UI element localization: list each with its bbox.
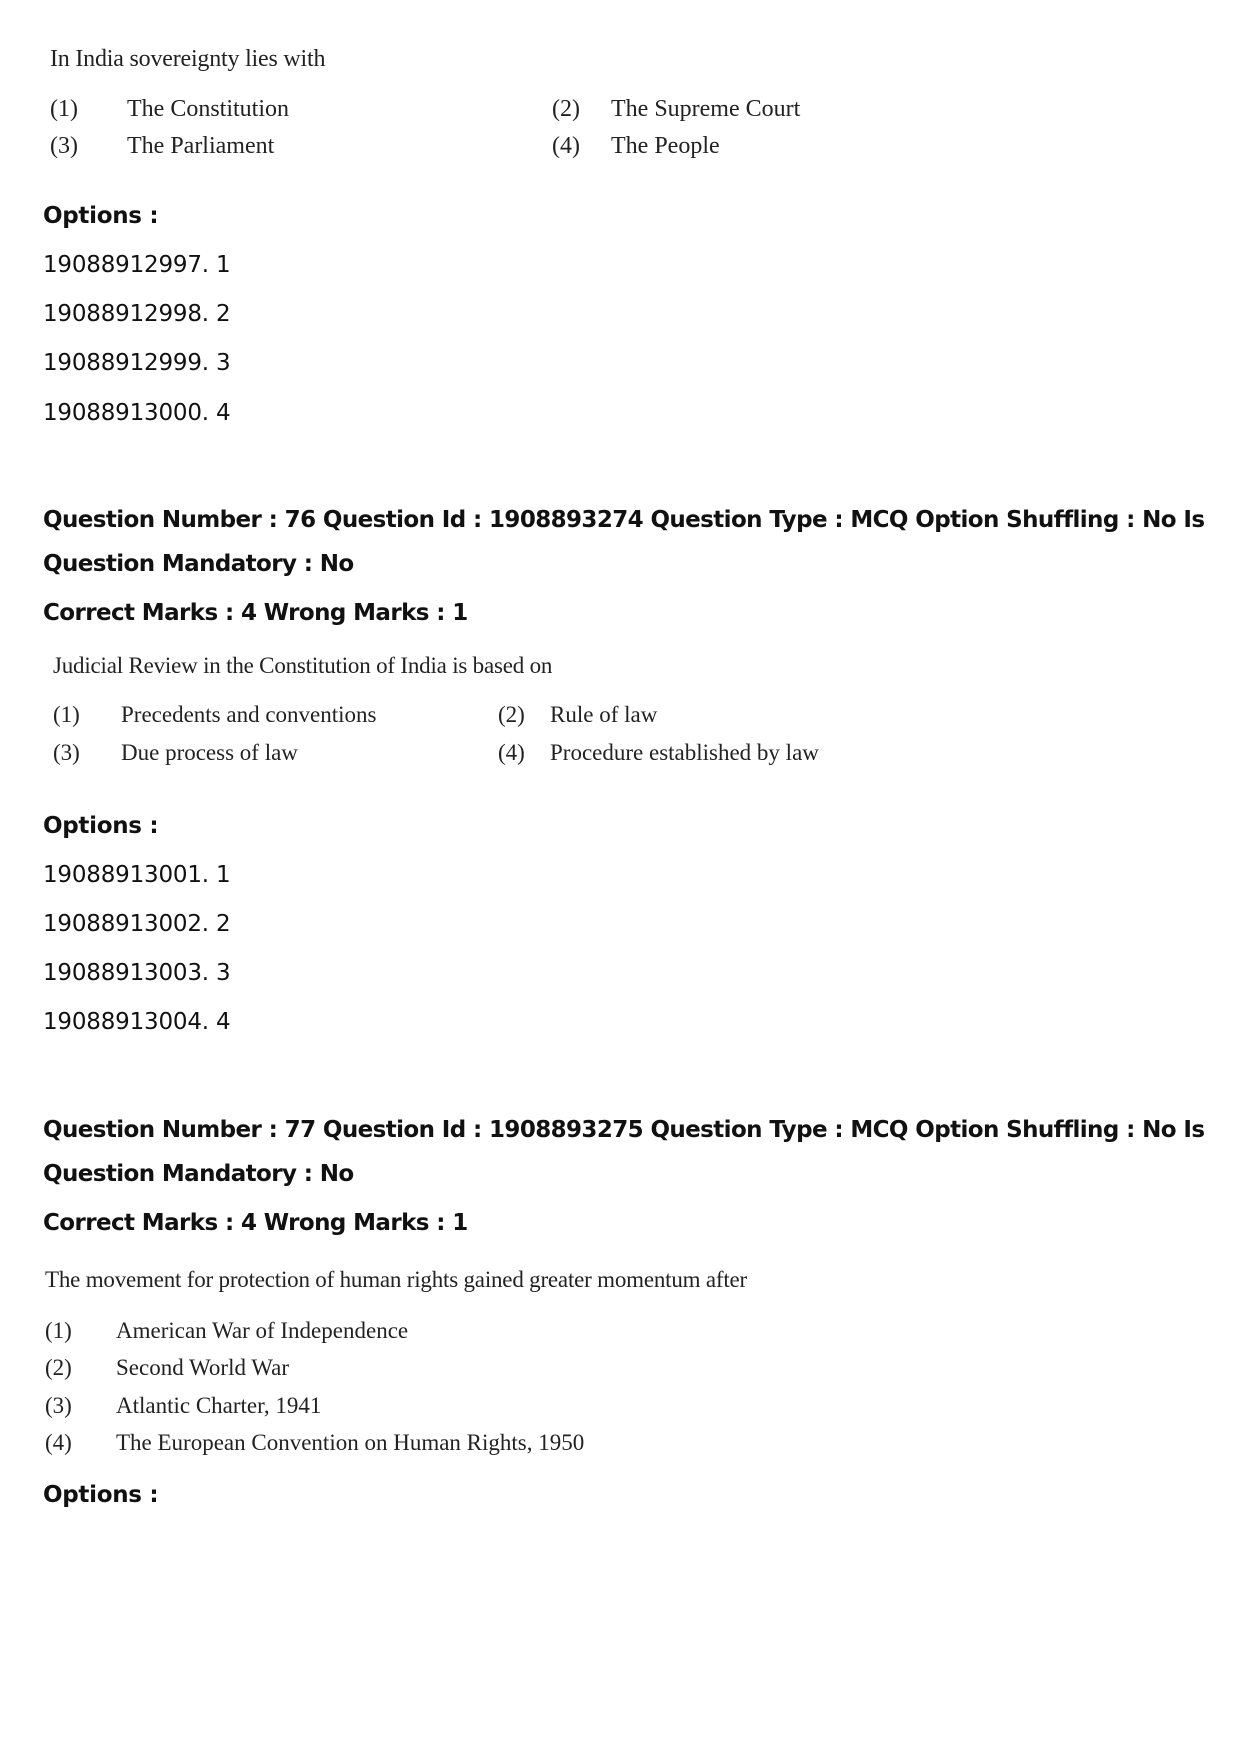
choice-text: Due process of law [121,740,298,765]
choice-text: The People [611,133,720,159]
choice-number: (3) [53,740,80,765]
question-stem: Judicial Review in the Constitution of I… [53,653,553,678]
choice-number: (4) [45,1430,72,1455]
option-item: 19088913004. 4 [43,1009,231,1035]
choice-text: The Parliament [127,133,275,159]
choice-text: Procedure established by law [550,740,819,765]
question-meta-line1: Question Number : 77 Question Id : 19088… [43,1117,1205,1143]
question-meta-line2: Question Mandatory : No [43,1161,354,1187]
choice-text: The Constitution [127,96,289,122]
choice-text: American War of Independence [116,1318,409,1343]
choice-number: (2) [498,702,525,727]
question-marks: Correct Marks : 4 Wrong Marks : 1 [43,1210,468,1236]
choice-number: (4) [552,133,580,159]
choice-number: (1) [53,702,80,727]
choice-number: (4) [498,740,525,765]
question-stem: In India sovereignty lies with [50,46,326,72]
option-item: 19088913002. 2 [43,911,231,937]
choice-number: (1) [45,1318,72,1343]
option-item: 19088912998. 2 [43,301,231,327]
question-marks: Correct Marks : 4 Wrong Marks : 1 [43,600,468,626]
option-item: 19088913003. 3 [43,960,231,986]
choice-number: (1) [50,96,78,122]
options-label: Options : [43,1482,159,1508]
choice-text: The Supreme Court [611,96,801,122]
option-item: 19088912999. 3 [43,350,231,376]
options-label: Options : [43,203,159,229]
question-stem: The movement for protection of human rig… [45,1267,747,1292]
choice-text: Atlantic Charter, 1941 [116,1393,322,1418]
choice-number: (2) [552,96,580,122]
choice-number: (3) [45,1393,72,1418]
choice-text: Precedents and conventions [121,702,377,727]
option-item: 19088912997. 1 [43,252,231,278]
options-label: Options : [43,813,159,839]
option-item: 19088913000. 4 [43,400,231,426]
question-meta-line2: Question Mandatory : No [43,551,354,577]
choice-text: Rule of law [550,702,658,727]
option-item: 19088913001. 1 [43,862,231,888]
choice-text: The European Convention on Human Rights,… [116,1430,585,1455]
choice-text: Second World War [116,1355,290,1380]
choice-number: (3) [50,133,78,159]
question-meta-line1: Question Number : 76 Question Id : 19088… [43,507,1205,533]
choice-number: (2) [45,1355,72,1380]
